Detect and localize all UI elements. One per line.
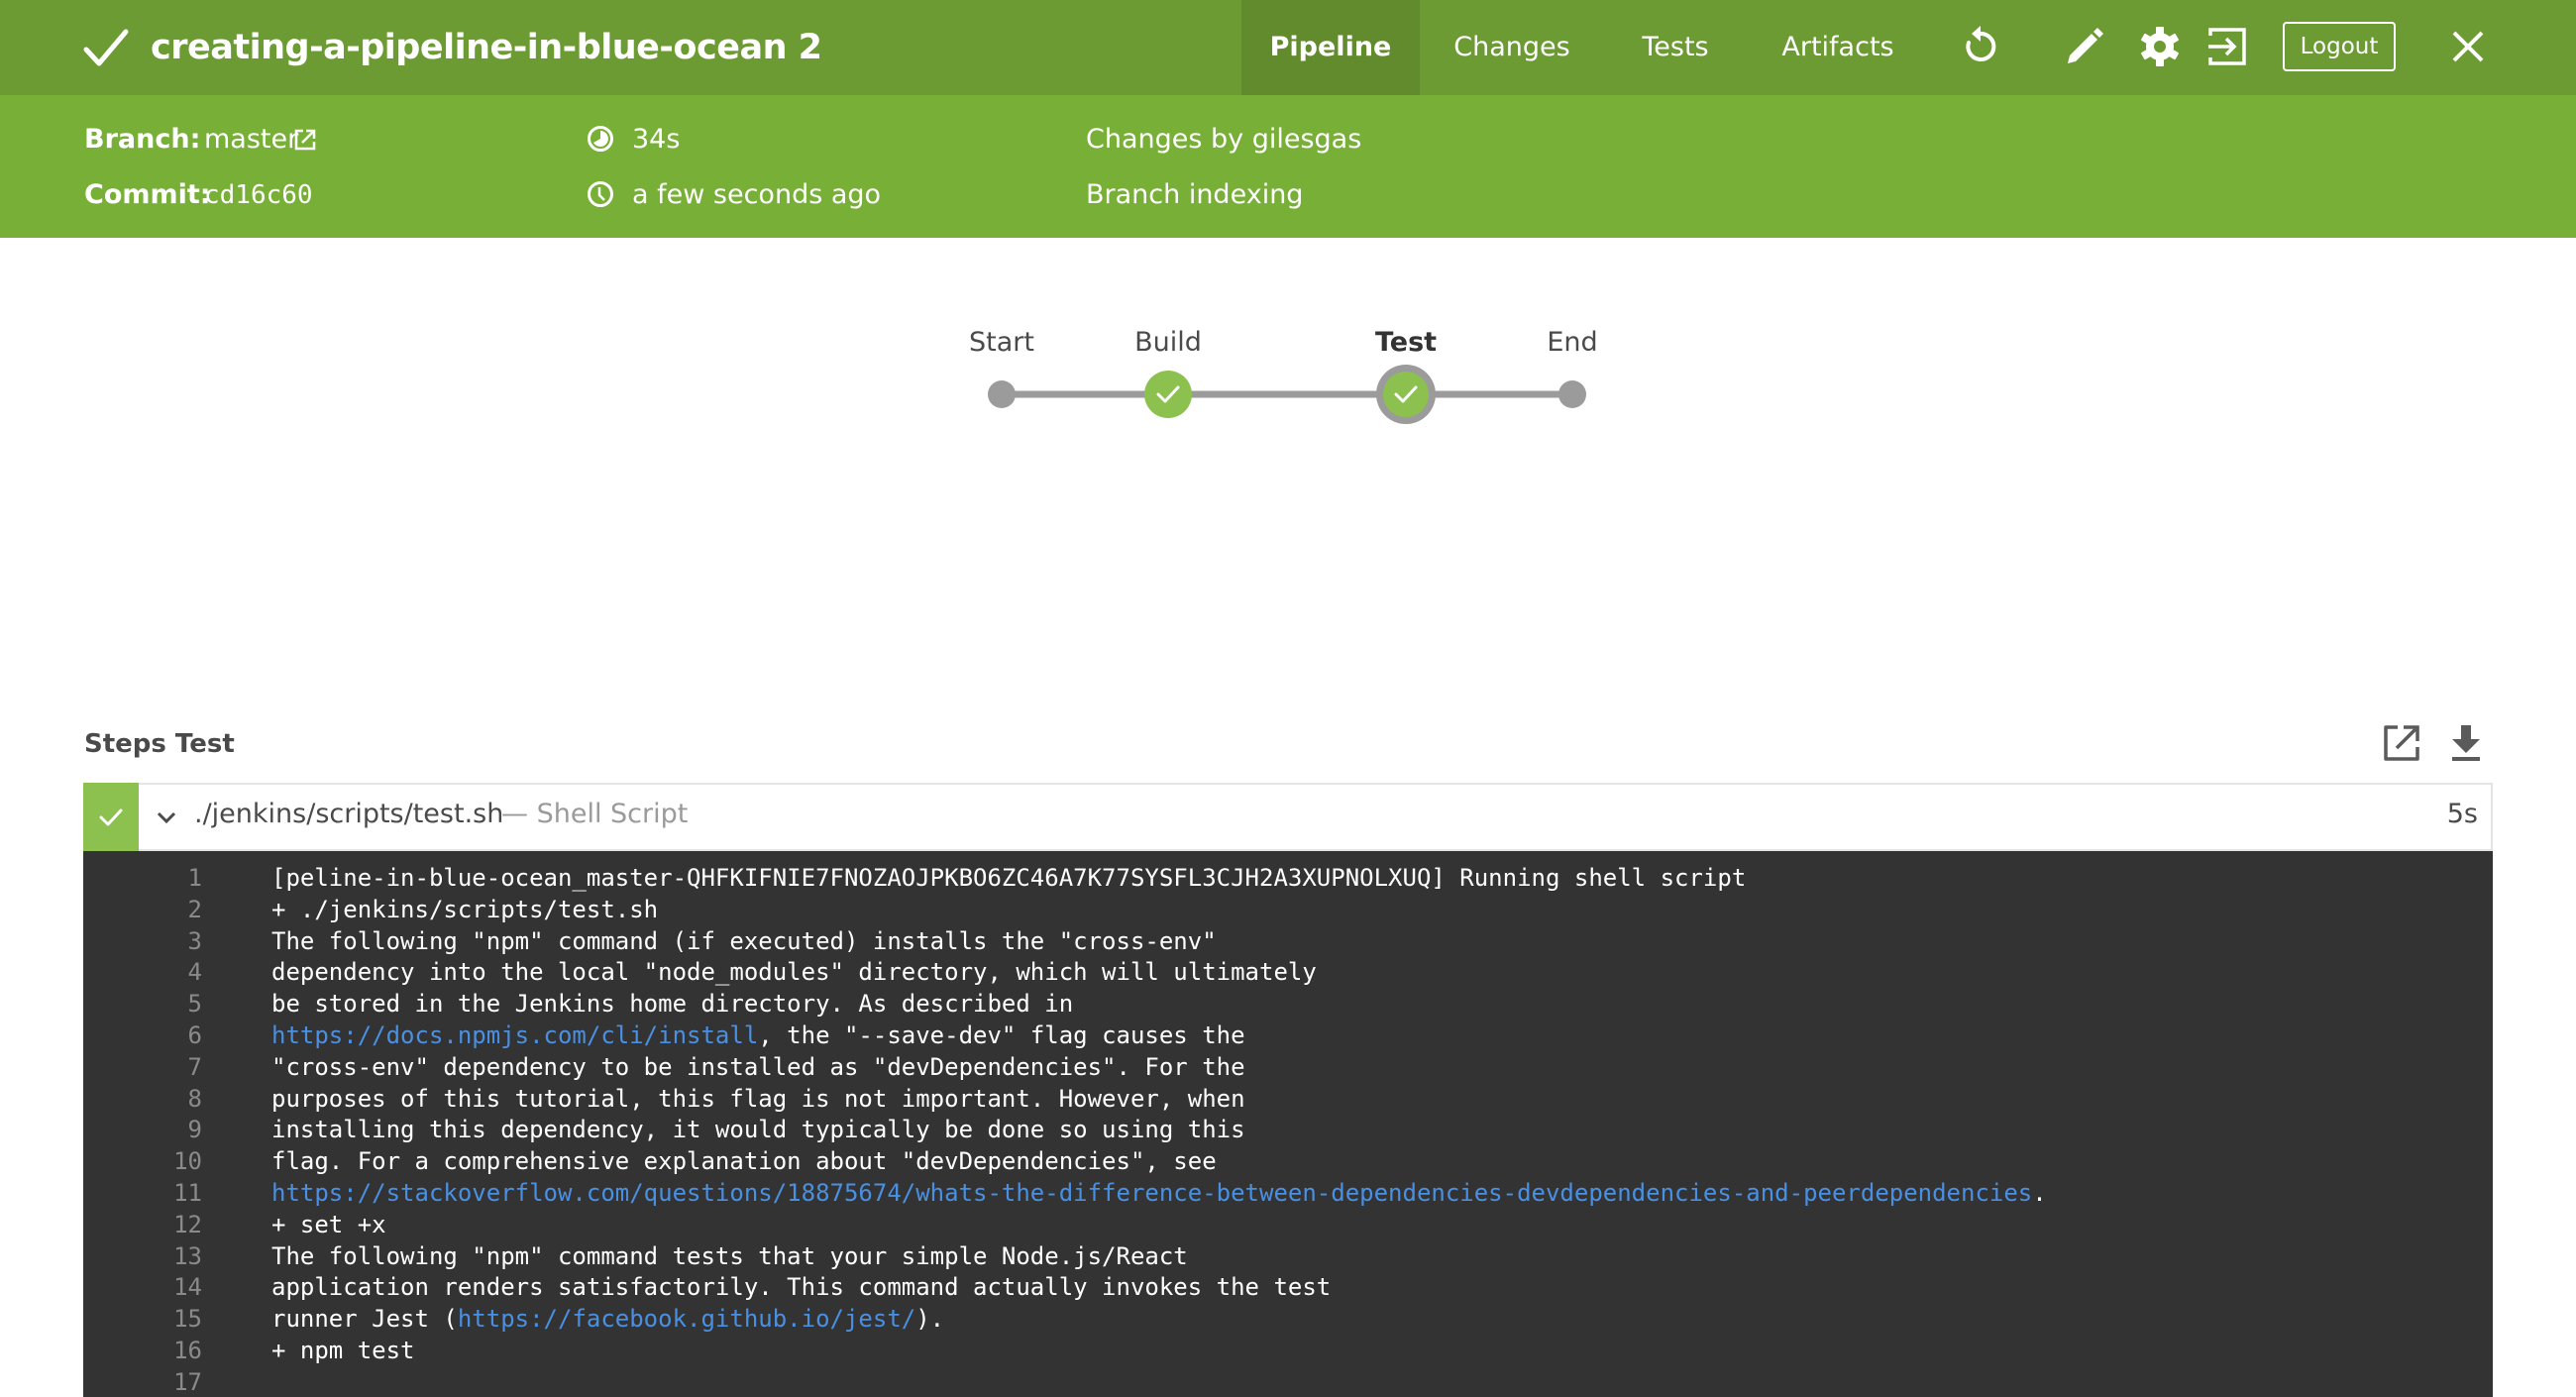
step-type: — Shell Script: [501, 799, 689, 829]
log-line-number[interactable]: 9: [188, 1114, 202, 1145]
log-line-text: dependency into the local "node_modules"…: [271, 958, 1317, 987]
run-title: creating-a-pipeline-in-blue-ocean 2: [151, 28, 822, 67]
log-line-number[interactable]: 2: [188, 894, 202, 925]
log-line-text: flag. For a comprehensive explanation ab…: [271, 1147, 1217, 1176]
log-line-text: purposes of this tutorial, this flag is …: [271, 1084, 1245, 1113]
log-line-text: runner Jest (https://facebook.github.io/…: [271, 1305, 945, 1334]
step-duration: 5s: [2446, 799, 2478, 829]
log-line: 9 installing this dependency, it would ty…: [83, 1114, 2493, 1145]
log-line-number[interactable]: 7: [188, 1051, 202, 1083]
log-line-number[interactable]: 5: [188, 988, 202, 1020]
changes-by: Changes by gilesgas: [1086, 124, 1362, 155]
log-line-number[interactable]: 17: [173, 1366, 202, 1397]
log-line-number[interactable]: 13: [173, 1240, 202, 1272]
commit-label: Commit:: [84, 179, 211, 210]
branch-value[interactable]: master: [204, 122, 298, 158]
step-name[interactable]: ./jenkins/scripts/test.sh: [194, 799, 503, 829]
run-start-time: a few seconds ago: [632, 179, 882, 210]
log-line: 12 + set +x: [83, 1209, 2493, 1240]
log-line: 5 be stored in the Jenkins home directory…: [83, 988, 2493, 1020]
log-line: 13 The following "npm" command tests that…: [83, 1240, 2493, 1272]
success-check-icon: [83, 29, 129, 66]
log-line-number[interactable]: 14: [173, 1271, 202, 1303]
run-cause: Branch indexing: [1086, 179, 1304, 210]
tab-artifacts[interactable]: Artifacts: [1747, 0, 1929, 95]
log-line-number[interactable]: 6: [188, 1020, 202, 1051]
log-line-text: https://stackoverflow.com/questions/1887…: [271, 1179, 2047, 1207]
log-line-number[interactable]: 12: [173, 1209, 202, 1240]
tab-changes[interactable]: Changes: [1420, 0, 1604, 95]
login-icon[interactable]: [2204, 24, 2250, 69]
branch-label: Branch:: [84, 124, 201, 155]
log-line-number[interactable]: 11: [173, 1177, 202, 1209]
log-line-number[interactable]: 10: [173, 1145, 202, 1177]
external-link-icon[interactable]: [293, 128, 317, 152]
log-line: 16 + npm test: [83, 1335, 2493, 1366]
log-line-text: + set +x: [271, 1210, 386, 1238]
duration-icon: [588, 126, 613, 152]
log-line: 2 + ./jenkins/scripts/test.sh: [83, 894, 2493, 925]
log-line: 8 purposes of this tutorial, this flag is…: [83, 1083, 2493, 1115]
commit-value: cd16c60: [204, 180, 313, 210]
log-line-text: The following "npm" command (if executed…: [271, 926, 1217, 955]
log-line-text: application renders satisfactorily. This…: [271, 1273, 1332, 1302]
log-line-text: [peline-in-blue-ocean_master-QHFKIFNIE7F…: [271, 864, 1747, 892]
logout-button[interactable]: Logout: [2283, 22, 2396, 71]
log-line-number[interactable]: 4: [188, 956, 202, 988]
log-link[interactable]: https://stackoverflow.com/questions/1887…: [271, 1179, 2032, 1207]
log-line: 4 dependency into the local "node_modules…: [83, 956, 2493, 988]
log-line-text: https://docs.npmjs.com/cli/install, the …: [271, 1021, 1245, 1049]
success-check-icon: [99, 808, 123, 826]
console-log[interactable]: 1 [peline-in-blue-ocean_master-QHFKIFNIE7…: [83, 851, 2493, 1397]
log-line: 11 https://stackoverflow.com/questions/18…: [83, 1177, 2493, 1209]
log-line-text: "cross-env" dependency to be installed a…: [271, 1052, 1245, 1081]
stage-node-test[interactable]: [1376, 365, 1436, 424]
replay-icon[interactable]: [1958, 24, 2003, 69]
close-icon[interactable]: [2445, 24, 2491, 69]
steps-title: Steps Test: [84, 729, 235, 759]
pipeline-graph-svg: [988, 365, 1586, 424]
log-line-number[interactable]: 1: [188, 862, 202, 894]
log-line-number[interactable]: 15: [173, 1303, 202, 1335]
edit-pencil-icon[interactable]: [2062, 24, 2107, 69]
log-line-number[interactable]: 16: [173, 1335, 202, 1366]
open-in-new-window-icon[interactable]: [2380, 721, 2423, 765]
log-line: 6 https://docs.npmjs.com/cli/install, the…: [83, 1020, 2493, 1051]
download-icon[interactable]: [2444, 721, 2488, 765]
log-line-text: + ./jenkins/scripts/test.sh: [271, 895, 659, 923]
stage-node-build[interactable]: [1144, 371, 1192, 418]
log-link[interactable]: https://facebook.github.io/jest/: [458, 1305, 915, 1333]
top-header: creating-a-pipeline-in-blue-ocean 2 Pipe…: [0, 0, 2576, 95]
log-line-number[interactable]: 3: [188, 925, 202, 957]
stage-node-end: [1558, 380, 1586, 408]
tab-tests[interactable]: Tests: [1604, 0, 1747, 95]
tab-pipeline[interactable]: Pipeline: [1241, 0, 1420, 95]
log-link[interactable]: https://docs.npmjs.com/cli/install: [271, 1021, 758, 1049]
log-line-text: + npm test: [271, 1337, 415, 1364]
log-line-number[interactable]: 8: [188, 1083, 202, 1115]
step-status-success: [83, 783, 139, 851]
log-line: 10 flag. For a comprehensive explanation …: [83, 1145, 2493, 1177]
run-details-bar: Branch: master Commit: cd16c60 34s a few…: [0, 95, 2576, 238]
log-line: 15 runner Jest (https://facebook.github.i…: [83, 1303, 2493, 1335]
log-line-text: installing this dependency, it would typ…: [271, 1116, 1245, 1144]
log-line: 17: [83, 1366, 2493, 1397]
pipeline-graph: Start Build Test End: [0, 238, 2576, 694]
stage-node-start: [988, 380, 1016, 408]
clock-icon: [588, 181, 613, 207]
settings-gear-icon[interactable]: [2137, 24, 2183, 69]
log-line-text: The following "npm" command tests that y…: [271, 1241, 1188, 1270]
log-line: 14 application renders satisfactorily. Th…: [83, 1271, 2493, 1303]
log-line: 3 The following "npm" command (if execute…: [83, 925, 2493, 957]
chevron-down-icon[interactable]: [155, 807, 178, 827]
log-line: 1 [peline-in-blue-ocean_master-QHFKIFNIE7…: [83, 862, 2493, 894]
run-duration: 34s: [632, 124, 681, 155]
log-line-text: be stored in the Jenkins home directory.…: [271, 990, 1074, 1019]
log-line: 7 "cross-env" dependency to be installed …: [83, 1051, 2493, 1083]
